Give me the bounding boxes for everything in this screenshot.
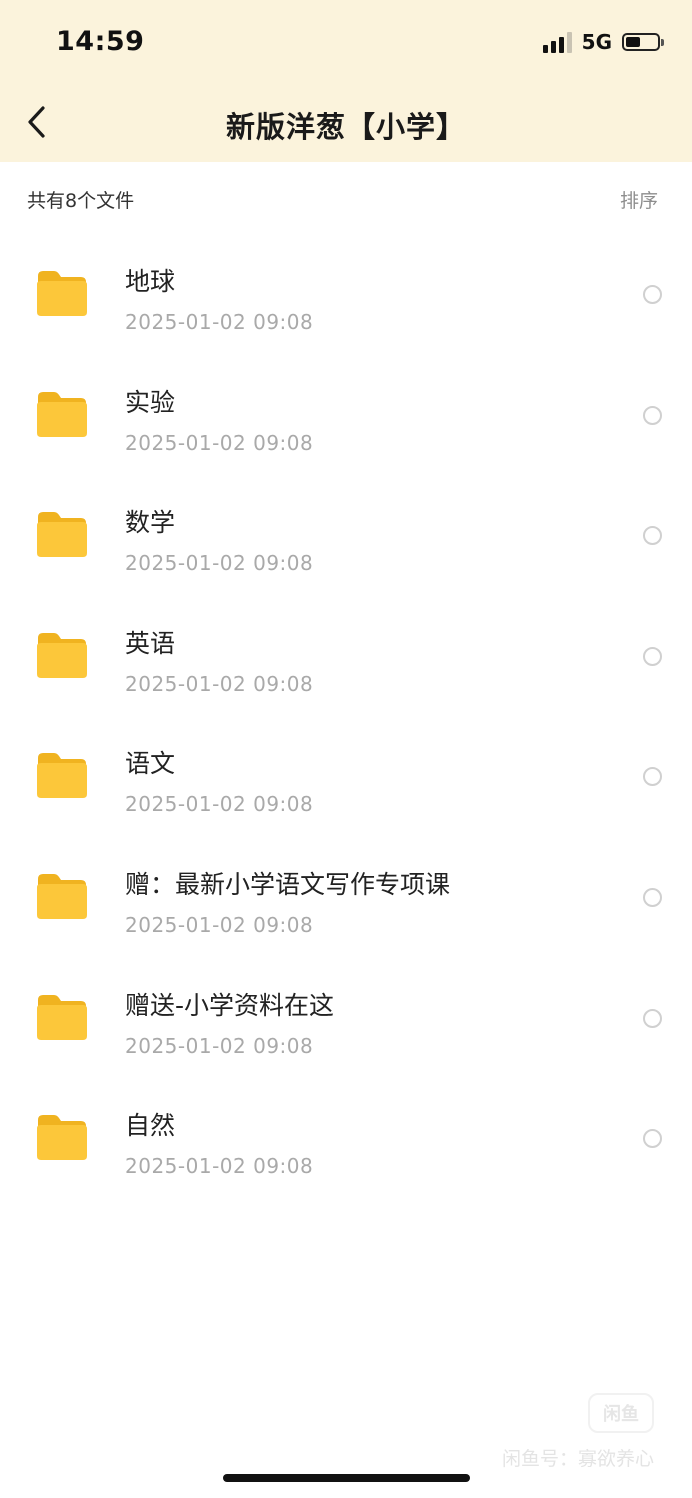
battery-icon <box>622 33 664 51</box>
file-row[interactable]: 英语 2025-01-02 09:08 <box>0 598 692 719</box>
select-radio[interactable] <box>643 405 662 425</box>
file-date: 2025-01-02 09:08 <box>125 792 314 817</box>
file-row[interactable]: 数学 2025-01-02 09:08 <box>0 477 692 598</box>
select-radio[interactable] <box>643 285 662 304</box>
file-count: 共有8个文件 <box>27 190 135 212</box>
file-name: 赠：最新小学语文写作专项课 <box>125 869 451 899</box>
folder-icon <box>34 1112 90 1162</box>
file-date: 2025-01-02 09:08 <box>125 310 314 334</box>
folder-icon <box>34 389 90 439</box>
select-radio[interactable] <box>643 1129 662 1149</box>
top-header: 14:59 5G 新版洋葱【小学】 <box>0 0 692 162</box>
file-row[interactable]: 赠：最新小学语文写作专项课 2025-01-02 09:08 <box>0 839 692 960</box>
file-date: 2025-01-02 09:08 <box>125 912 314 937</box>
file-name: 实验 <box>125 387 176 417</box>
file-date: 2025-01-02 09:08 <box>125 551 314 576</box>
select-radio[interactable] <box>643 887 662 907</box>
select-radio[interactable] <box>643 646 662 666</box>
file-list: 地球 2025-01-02 09:08 实验 2025-01-02 09:08 数学 20… <box>0 236 692 1201</box>
signal-bars-icon <box>542 31 572 53</box>
select-radio[interactable] <box>643 526 662 546</box>
folder-icon <box>34 509 90 559</box>
file-row[interactable]: 自然 2025-01-02 09:08 <box>0 1080 692 1201</box>
status-time: 14:59 <box>56 26 145 57</box>
select-radio[interactable] <box>643 1008 662 1028</box>
file-name: 赠送-小学资料在这 <box>125 990 335 1020</box>
file-date: 2025-01-02 09:08 <box>125 430 314 455</box>
file-row[interactable]: 语文 2025-01-02 09:08 <box>0 718 692 839</box>
file-row[interactable]: 地球 2025-01-02 09:08 <box>0 236 692 357</box>
file-name: 自然 <box>125 1111 176 1141</box>
folder-icon <box>34 630 90 680</box>
watermark-badge: 闲鱼 <box>588 1393 654 1433</box>
file-row[interactable]: 实验 2025-01-02 09:08 <box>0 357 692 478</box>
file-date: 2025-01-02 09:08 <box>125 1033 314 1058</box>
summary-bar: 共有8个文件 排序 <box>0 162 692 234</box>
file-name: 英语 <box>125 628 176 658</box>
file-date: 2025-01-02 09:08 <box>125 1154 314 1179</box>
folder-icon <box>34 268 90 318</box>
network-type: 5G <box>581 30 612 54</box>
folder-icon <box>34 750 90 800</box>
sort-button[interactable]: 排序 <box>620 186 658 213</box>
file-name: 语文 <box>125 749 176 779</box>
file-name: 数学 <box>125 508 176 538</box>
select-radio[interactable] <box>643 767 662 787</box>
status-indicators: 5G <box>542 30 664 54</box>
watermark-text: 闲鱼号：寡欲养心 <box>501 1448 654 1470</box>
home-indicator[interactable] <box>223 1474 470 1482</box>
page-title: 新版洋葱【小学】 <box>225 110 466 144</box>
folder-icon <box>34 992 90 1042</box>
folder-icon <box>34 871 90 921</box>
file-row[interactable]: 赠送-小学资料在这 2025-01-02 09:08 <box>0 960 692 1081</box>
file-name: 地球 <box>125 267 176 296</box>
file-date: 2025-01-02 09:08 <box>125 671 314 696</box>
